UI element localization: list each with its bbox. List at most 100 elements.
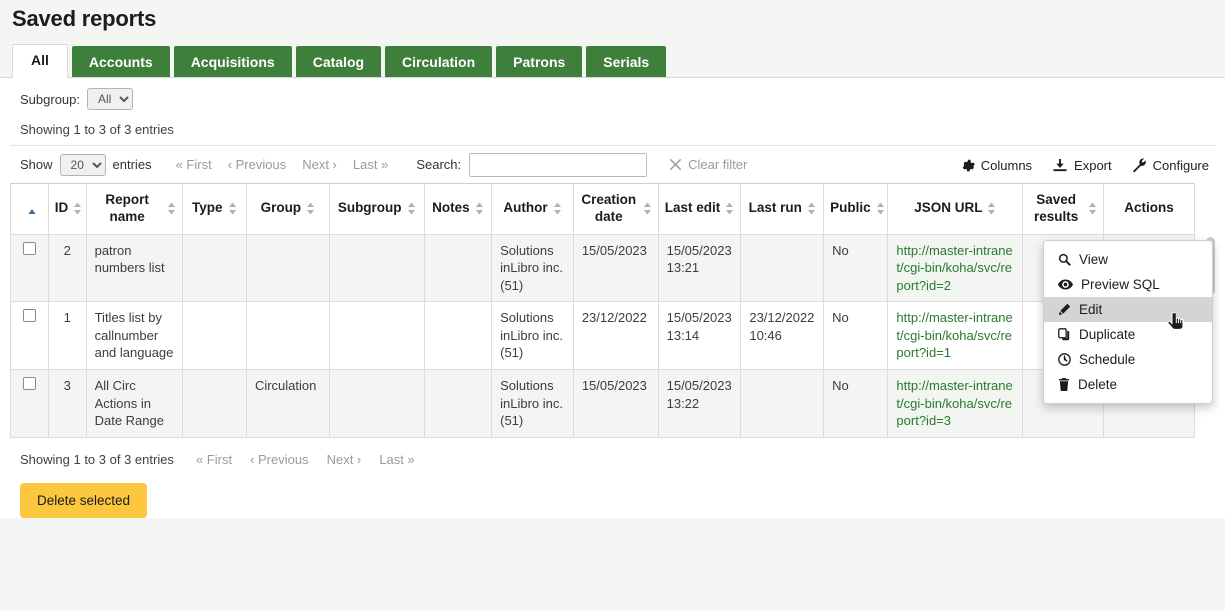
entries-label: entries bbox=[113, 157, 152, 172]
paginate-last[interactable]: Last » bbox=[353, 157, 388, 172]
row-checkbox[interactable] bbox=[23, 309, 36, 322]
subgroup-filter: Subgroup: All bbox=[0, 78, 1225, 118]
tab-circulation[interactable]: Circulation bbox=[385, 46, 492, 78]
search-control: Search: bbox=[416, 153, 647, 177]
paginate-first-bottom[interactable]: « First bbox=[196, 452, 232, 467]
paginate-last-bottom[interactable]: Last » bbox=[379, 452, 414, 467]
column-header-label: ID bbox=[55, 200, 69, 217]
cell-last-edit: 15/05/2023 13:22 bbox=[658, 370, 741, 438]
tab-acquisitions[interactable]: Acquisitions bbox=[174, 46, 292, 78]
export-button[interactable]: Export bbox=[1052, 158, 1112, 173]
menu-item-schedule[interactable]: Schedule bbox=[1044, 347, 1212, 372]
sort-both-icon bbox=[407, 202, 416, 215]
column-header-subgroup[interactable]: Subgroup bbox=[329, 184, 424, 235]
cell-last-run bbox=[741, 370, 824, 438]
menu-item-label: View bbox=[1079, 252, 1108, 267]
pagination-top: « First ‹ Previous Next › Last » bbox=[176, 157, 389, 172]
tab-accounts[interactable]: Accounts bbox=[72, 46, 170, 78]
menu-item-label: Schedule bbox=[1079, 352, 1135, 367]
sort-both-icon bbox=[167, 202, 176, 215]
sort-both-icon bbox=[475, 202, 484, 215]
saved-reports-page: Saved reports AllAccountsAcquisitionsCat… bbox=[0, 0, 1225, 611]
menu-item-delete[interactable]: Delete bbox=[1044, 372, 1212, 397]
json-url-link[interactable]: http://master-intranet/cgi-bin/koha/svc/… bbox=[896, 310, 1012, 360]
column-header-label: Public bbox=[830, 200, 871, 217]
search-input[interactable] bbox=[469, 153, 647, 177]
cell-group bbox=[246, 302, 329, 370]
cell-notes bbox=[424, 302, 491, 370]
tab-all[interactable]: All bbox=[12, 44, 68, 78]
cell-report-name: patron numbers list bbox=[86, 234, 182, 302]
column-header-last-edit[interactable]: Last edit bbox=[658, 184, 741, 235]
cell-subgroup bbox=[329, 302, 424, 370]
json-url-link[interactable]: http://master-intranet/cgi-bin/koha/svc/… bbox=[896, 378, 1012, 428]
menu-item-view[interactable]: View bbox=[1044, 247, 1212, 272]
configure-button[interactable]: Configure bbox=[1132, 158, 1209, 173]
columns-button[interactable]: Columns bbox=[960, 158, 1032, 173]
column-header-creation-date[interactable]: Creation date bbox=[573, 184, 658, 235]
table-row: 1Titles list by callnumber and languageS… bbox=[11, 302, 1195, 370]
datatable-toolbar: Show 20 entries « First ‹ Previous Next … bbox=[10, 145, 1215, 183]
subgroup-select[interactable]: All bbox=[87, 88, 133, 110]
row-select-cell[interactable] bbox=[11, 302, 49, 370]
column-header-id[interactable]: ID bbox=[48, 184, 86, 235]
column-header-type[interactable]: Type bbox=[182, 184, 246, 235]
row-select-cell[interactable] bbox=[11, 234, 49, 302]
column-header-last-run[interactable]: Last run bbox=[741, 184, 824, 235]
paginate-next-bottom[interactable]: Next › bbox=[327, 452, 362, 467]
column-header-label: Last run bbox=[749, 200, 802, 217]
column-header-actions[interactable]: Actions bbox=[1103, 184, 1194, 235]
pagination-bottom: « First ‹ Previous Next › Last » bbox=[196, 452, 415, 467]
menu-item-label: Duplicate bbox=[1079, 327, 1135, 342]
cell-public: No bbox=[824, 370, 888, 438]
column-header-group[interactable]: Group bbox=[246, 184, 329, 235]
tab-catalog[interactable]: Catalog bbox=[296, 46, 381, 78]
table-row: 2patron numbers listSolutions inLibro in… bbox=[11, 234, 1195, 302]
cell-notes bbox=[424, 234, 491, 302]
cell-report-name: All Circ Actions in Date Range bbox=[86, 370, 182, 438]
sort-both-icon bbox=[725, 202, 734, 215]
column-header-label: Group bbox=[261, 200, 302, 217]
page-length-select[interactable]: 20 bbox=[60, 154, 106, 176]
clear-filter-label: Clear filter bbox=[688, 157, 747, 172]
delete-selected-button[interactable]: Delete selected bbox=[20, 483, 147, 518]
paginate-previous[interactable]: ‹ Previous bbox=[228, 157, 287, 172]
paginate-first[interactable]: « First bbox=[176, 157, 212, 172]
column-header-saved-results[interactable]: Saved results bbox=[1023, 184, 1104, 235]
configure-label: Configure bbox=[1153, 158, 1209, 173]
menu-item-edit[interactable]: Edit bbox=[1044, 297, 1212, 322]
cell-id: 3 bbox=[48, 370, 86, 438]
column-header-label: JSON URL bbox=[914, 200, 982, 217]
reports-table-container: ID Report nameType Group SubgroupNotesAutho… bbox=[10, 183, 1215, 438]
sort-both-icon bbox=[807, 202, 816, 215]
cell-json-url: http://master-intranet/cgi-bin/koha/svc/… bbox=[888, 234, 1023, 302]
column-header-public[interactable]: Public bbox=[824, 184, 888, 235]
menu-item-duplicate[interactable]: Duplicate bbox=[1044, 322, 1212, 347]
cell-group bbox=[246, 234, 329, 302]
reports-panel: Subgroup: All Showing 1 to 3 of 3 entrie… bbox=[0, 78, 1225, 518]
cell-creation-date: 15/05/2023 bbox=[573, 234, 658, 302]
column-header-report-name[interactable]: Report name bbox=[86, 184, 182, 235]
tab-serials[interactable]: Serials bbox=[586, 46, 666, 78]
menu-item-label: Edit bbox=[1079, 302, 1102, 317]
paginate-next[interactable]: Next › bbox=[302, 157, 337, 172]
row-select-cell[interactable] bbox=[11, 370, 49, 438]
clear-filter-button[interactable]: Clear filter bbox=[669, 157, 747, 172]
pagination-bottom-bar: Showing 1 to 3 of 3 entries « First ‹ Pr… bbox=[0, 438, 1225, 467]
column-header-select[interactable] bbox=[11, 184, 49, 235]
gear-icon bbox=[960, 158, 975, 173]
column-header-author[interactable]: Author bbox=[492, 184, 574, 235]
tab-patrons[interactable]: Patrons bbox=[496, 46, 582, 78]
column-header-json-url[interactable]: JSON URL bbox=[888, 184, 1023, 235]
json-url-link[interactable]: http://master-intranet/cgi-bin/koha/svc/… bbox=[896, 243, 1012, 293]
report-group-tabs: AllAccountsAcquisitionsCatalogCirculatio… bbox=[0, 44, 1225, 78]
sort-both-icon bbox=[228, 202, 237, 215]
menu-item-preview-sql[interactable]: Preview SQL bbox=[1044, 272, 1212, 297]
cell-author: Solutions inLibro inc. (51) bbox=[492, 234, 574, 302]
cell-last-run bbox=[741, 234, 824, 302]
row-checkbox[interactable] bbox=[23, 377, 36, 390]
column-header-notes[interactable]: Notes bbox=[424, 184, 491, 235]
row-checkbox[interactable] bbox=[23, 242, 36, 255]
paginate-previous-bottom[interactable]: ‹ Previous bbox=[250, 452, 309, 467]
table-row: 3All Circ Actions in Date RangeCirculati… bbox=[11, 370, 1195, 438]
